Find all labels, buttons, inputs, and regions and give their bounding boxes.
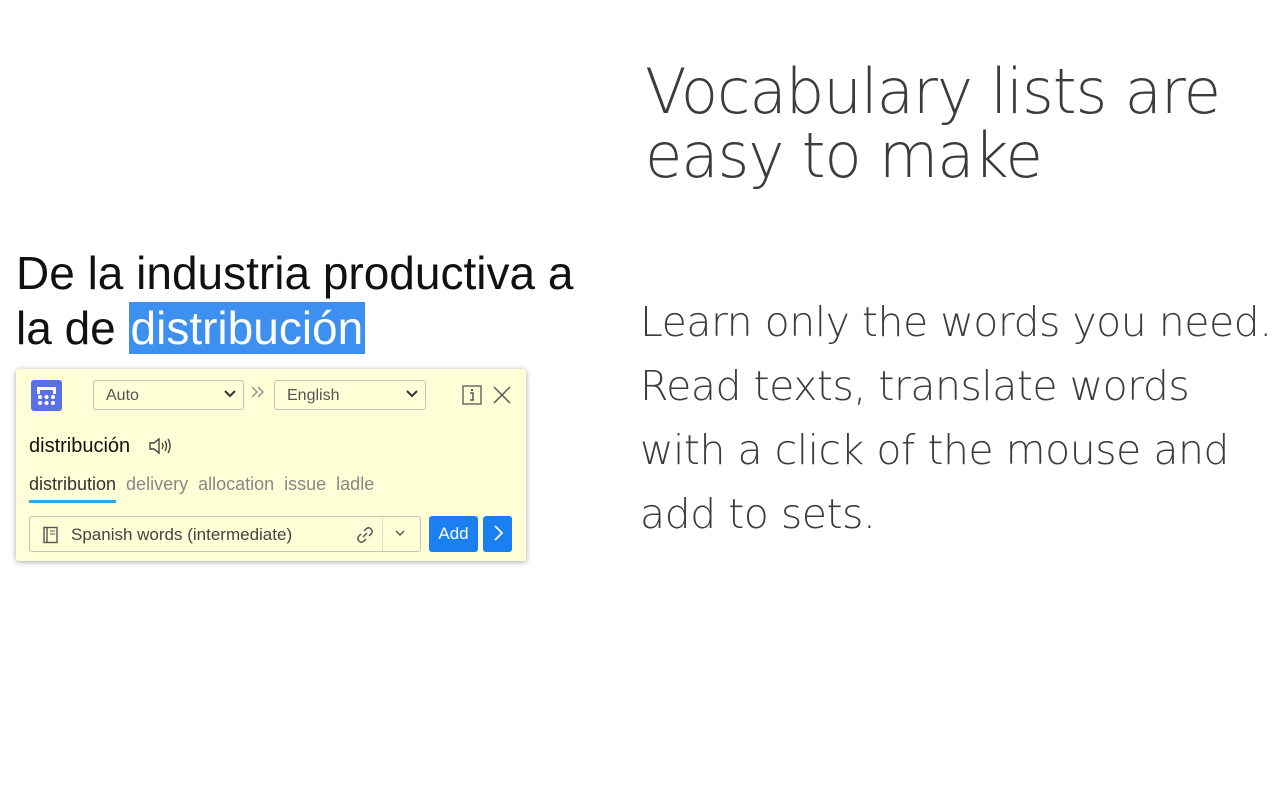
source-language-value: Auto xyxy=(106,387,139,404)
next-button[interactable] xyxy=(483,516,512,552)
link-icon[interactable] xyxy=(355,525,375,545)
chevron-down-icon xyxy=(406,390,418,398)
target-language-select[interactable]: English xyxy=(274,380,426,410)
translation-popup: Auto English distribución distribution d… xyxy=(16,369,526,561)
translation-option[interactable]: allocation xyxy=(198,474,274,503)
divider xyxy=(382,517,383,551)
translation-option[interactable]: ladle xyxy=(336,474,374,503)
add-button[interactable]: Add xyxy=(429,516,478,552)
close-icon[interactable] xyxy=(492,385,512,405)
word-set-label: Spanish words (intermediate) xyxy=(71,525,293,544)
source-language-select[interactable]: Auto xyxy=(93,380,244,410)
translation-option[interactable]: distribution xyxy=(29,474,117,503)
highlighted-word[interactable]: distribución xyxy=(128,302,366,354)
chevron-down-icon xyxy=(224,390,236,398)
speaker-icon[interactable] xyxy=(148,436,172,456)
target-language-value: English xyxy=(287,387,340,404)
translated-word: distribución xyxy=(29,435,131,457)
word-set-select[interactable]: Spanish words (intermediate) xyxy=(29,516,421,552)
chevron-down-icon xyxy=(395,530,405,537)
translation-list: distribution delivery allocation issue l… xyxy=(29,474,374,503)
info-icon[interactable] xyxy=(462,385,482,405)
translation-option[interactable]: issue xyxy=(284,474,326,503)
app-logo-icon xyxy=(31,380,62,411)
headline: Vocabulary lists are easy to make xyxy=(645,55,1221,192)
chevron-right-icon xyxy=(493,524,503,541)
example-sentence: De la industria productiva a la de distr… xyxy=(16,246,616,356)
book-icon xyxy=(43,526,58,544)
translation-option[interactable]: delivery xyxy=(126,474,188,503)
description: Learn only the words you need. Read text… xyxy=(640,298,1272,538)
double-chevron-right-icon xyxy=(250,385,266,403)
